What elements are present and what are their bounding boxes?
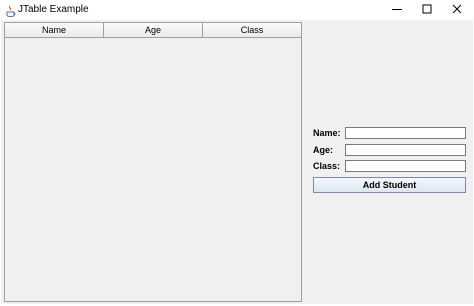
class-label: Class:	[313, 161, 341, 171]
name-input[interactable]	[345, 127, 466, 139]
title-bar[interactable]: JTable Example	[0, 0, 474, 20]
column-header-class[interactable]: Class	[203, 23, 301, 37]
age-label: Age:	[313, 145, 333, 155]
age-input[interactable]	[345, 144, 466, 156]
minimize-icon	[392, 1, 402, 19]
minimize-button[interactable]	[380, 0, 414, 20]
name-label: Name:	[313, 128, 341, 138]
window-title: JTable Example	[18, 4, 89, 15]
column-header-age[interactable]: Age	[104, 23, 203, 37]
app-window: JTable Example Name Age Class Name: Age:…	[0, 0, 474, 306]
column-header-name[interactable]: Name	[5, 23, 104, 37]
maximize-button[interactable]	[410, 0, 444, 20]
table-header: Name Age Class	[5, 23, 301, 38]
close-icon	[452, 1, 462, 19]
content-pane: Name Age Class Name: Age: Class: Add Stu…	[1, 20, 473, 304]
table-body[interactable]	[5, 38, 301, 301]
close-button[interactable]	[440, 0, 474, 20]
maximize-icon	[422, 1, 432, 19]
class-input[interactable]	[345, 160, 466, 172]
student-table-scroll-pane[interactable]: Name Age Class	[4, 22, 302, 302]
java-app-icon	[5, 4, 16, 18]
add-student-button[interactable]: Add Student	[313, 177, 466, 193]
